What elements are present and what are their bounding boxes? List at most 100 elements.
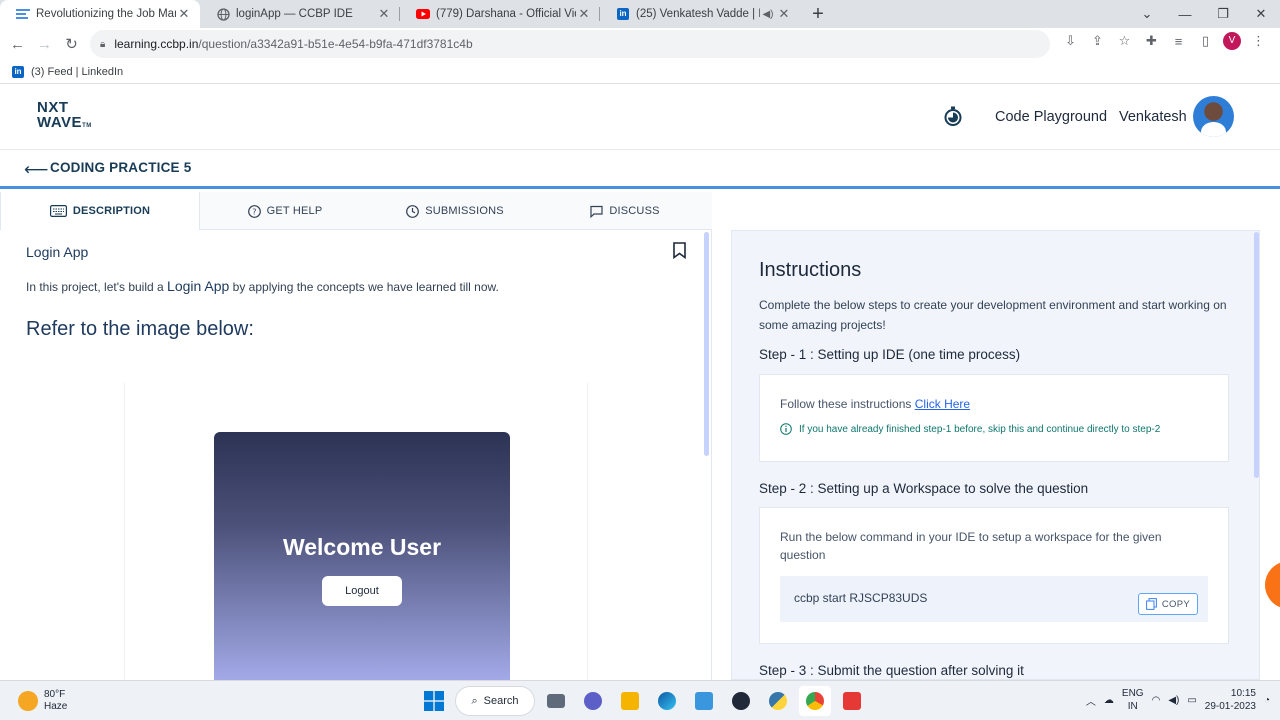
taskbar-search[interactable]: ⌕ Search	[455, 686, 535, 716]
system-tray: ︿ ☁ ENG IN ◠ ◀) ▭ 10:15 29-01-2023 ◔	[1086, 687, 1270, 713]
extensions-icon[interactable]: ✚	[1138, 33, 1165, 49]
maximize-button[interactable]: ❐	[1204, 6, 1242, 22]
tab-title: Revolutionizing the Job Market |	[36, 8, 176, 20]
side-panel-icon[interactable]: ▯	[1192, 33, 1219, 49]
browser-tab-2[interactable]: loginApp — CCBP IDE ✕	[200, 0, 400, 28]
close-icon[interactable]: ✕	[776, 6, 792, 22]
tab-discuss[interactable]: DISCUSS	[540, 192, 710, 230]
nxtwave-logo[interactable]: NXT WAVETM	[37, 100, 92, 134]
tab-get-help[interactable]: ? GET HELP	[200, 192, 370, 230]
bookmarks-bar: in (3) Feed | LinkedIn	[0, 60, 1280, 84]
doc-icon	[16, 7, 30, 21]
instructions-title: Instructions	[759, 259, 862, 281]
profile-avatar[interactable]: V	[1223, 32, 1241, 50]
scrollbar[interactable]	[704, 232, 709, 456]
refer-heading: Refer to the image below:	[26, 318, 254, 340]
install-icon[interactable]: ⇩	[1057, 33, 1084, 49]
tab-description[interactable]: DESCRIPTION	[0, 192, 200, 230]
back-icon[interactable]: ←	[4, 36, 31, 53]
wifi-icon[interactable]: ◠	[1152, 695, 1161, 706]
stopwatch-icon[interactable]	[942, 105, 964, 127]
share-icon[interactable]: ⇪	[1084, 33, 1111, 49]
toolbar-actions: ⇩ ⇪ ☆ ✚ ≡ ▯ V ⋮	[1057, 32, 1272, 50]
bookmark-icon[interactable]	[673, 242, 686, 259]
volume-icon[interactable]: ◀)	[1168, 695, 1179, 706]
svg-text:?: ?	[252, 207, 256, 216]
arrow-left-icon[interactable]: ⟵	[24, 160, 48, 180]
step-3-title: Step - 3 : Submit the question after sol…	[759, 663, 1024, 678]
copy-button[interactable]: COPY	[1137, 593, 1198, 615]
step-1-card: Follow these instructions Click Here If …	[759, 374, 1229, 462]
tab-submissions[interactable]: SUBMISSIONS	[370, 192, 540, 230]
reading-list-icon[interactable]: ≡	[1165, 34, 1192, 49]
address-bar[interactable]: 🔒︎ learning.ccbp.in /question/a3342a91-b…	[90, 30, 1050, 58]
clock[interactable]: 10:15 29-01-2023	[1205, 687, 1256, 713]
weather-widget[interactable]: 80°F Haze	[18, 689, 67, 713]
step-2-text: Run the below command in your IDE to set…	[780, 530, 1162, 562]
speaker-icon[interactable]: ◀)	[760, 9, 776, 20]
close-icon[interactable]: ✕	[176, 6, 192, 22]
close-window-button[interactable]: ✕	[1242, 6, 1280, 22]
tab-title: (779) Darshana - Official Video S	[436, 8, 576, 20]
command-text: ccbp start RJSCP83UDS	[794, 591, 928, 605]
reload-icon[interactable]: ↻	[58, 35, 85, 53]
tab-search-icon[interactable]: ⌄	[1128, 6, 1166, 22]
project-intro: In this project, let's build a Login App…	[26, 278, 499, 294]
language-indicator[interactable]: ENG IN	[1122, 687, 1144, 713]
minimize-button[interactable]: —	[1166, 7, 1204, 22]
linkedin-icon: in	[12, 65, 24, 78]
python-icon[interactable]	[762, 686, 794, 716]
search-icon: ⌕	[471, 694, 478, 707]
url-host: learning.ccbp.in	[114, 37, 199, 51]
youtube-icon	[416, 7, 430, 21]
copy-icon	[1145, 598, 1157, 610]
star-icon[interactable]: ☆	[1111, 33, 1138, 49]
step-1-note: If you have already finished step-1 befo…	[799, 423, 1161, 435]
store-icon[interactable]	[688, 686, 720, 716]
scrollbar[interactable]	[1254, 232, 1259, 478]
menu-icon[interactable]: ⋮	[1245, 33, 1272, 49]
file-explorer-icon[interactable]	[614, 686, 646, 716]
login-app-preview: Welcome User Logout	[214, 432, 510, 680]
app-header: NXT WAVETM Code Playground Venkatesh	[0, 85, 1280, 150]
bookmark-linkedin[interactable]: (3) Feed | LinkedIn	[31, 66, 123, 78]
forward-icon[interactable]: →	[31, 36, 58, 53]
recorder-icon[interactable]	[836, 686, 868, 716]
edge-icon[interactable]	[651, 686, 683, 716]
preview-heading: Welcome User	[282, 534, 442, 560]
tab-title: loginApp — CCBP IDE	[236, 8, 353, 20]
linkedin-icon: in	[616, 7, 630, 21]
chevron-up-icon[interactable]: ︿	[1086, 693, 1096, 708]
close-icon[interactable]: ✕	[376, 6, 392, 22]
instructions-description: Complete the below steps to create your …	[759, 298, 1227, 332]
close-icon[interactable]: ✕	[576, 6, 592, 22]
clock-icon	[406, 204, 420, 218]
browser-tab-4[interactable]: in (25) Venkatesh Vadde | Linke ◀) ✕	[600, 0, 800, 28]
windows-start-icon[interactable]	[418, 686, 450, 716]
description-tabs: DESCRIPTION ? GET HELP SUBMISSIONS DISCU…	[0, 192, 712, 230]
user-name[interactable]: Venkatesh	[1119, 109, 1187, 125]
notification-icon[interactable]: ◔	[1264, 695, 1270, 706]
project-title: Login App	[26, 244, 89, 260]
click-here-link[interactable]: Click Here	[915, 397, 970, 411]
onedrive-icon[interactable]: ☁	[1104, 695, 1114, 706]
teams-icon[interactable]	[577, 686, 609, 716]
browser-tab-1[interactable]: Revolutionizing the Job Market | ✕	[0, 0, 200, 28]
avatar[interactable]	[1193, 96, 1234, 137]
preview-logout-button: Logout	[322, 576, 402, 606]
new-tab-button[interactable]: +	[804, 0, 832, 28]
battery-icon[interactable]: ▭	[1187, 695, 1196, 706]
step-2-card: Run the below command in your IDE to set…	[759, 507, 1229, 644]
code-playground-link[interactable]: Code Playground	[995, 109, 1107, 125]
chat-widget-button[interactable]	[1265, 561, 1280, 609]
app-icon[interactable]	[725, 686, 757, 716]
keyboard-icon	[49, 205, 67, 217]
haze-sun-icon	[18, 691, 38, 711]
browser-tab-3[interactable]: (779) Darshana - Official Video S ✕	[400, 0, 600, 28]
browser-toolbar: ← → ↻ 🔒︎ learning.ccbp.in /question/a334…	[0, 28, 1280, 60]
step-2-title: Step - 2 : Setting up a Workspace to sol…	[759, 481, 1089, 496]
practice-bar: ⟵ CODING PRACTICE 5	[0, 151, 1280, 189]
windows-taskbar: 80°F Haze ⌕ Search ︿ ☁ ENG IN ◠ ◀) ▭ 10:	[0, 680, 1280, 720]
chrome-icon[interactable]	[799, 686, 831, 716]
task-view-icon[interactable]	[540, 686, 572, 716]
